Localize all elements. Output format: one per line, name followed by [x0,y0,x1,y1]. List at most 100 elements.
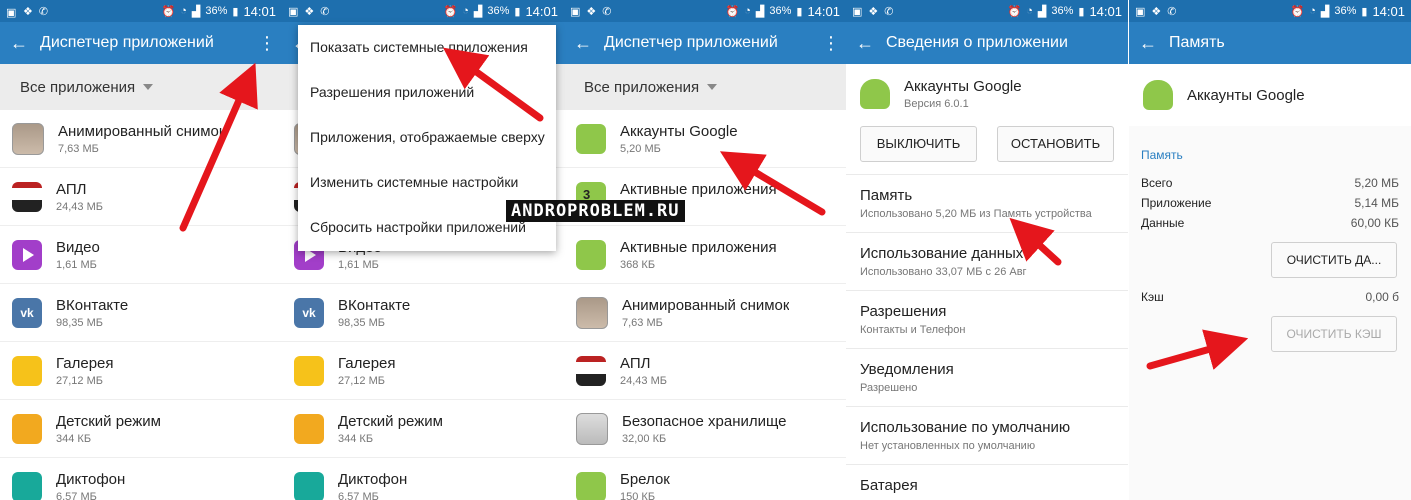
app-bar: ← Сведения о приложении [846,22,1128,64]
app-size: 344 КБ [56,432,92,445]
back-arrow-icon[interactable]: ← [574,33,596,54]
back-arrow-icon[interactable]: ← [10,33,32,54]
page-title: Память [1169,34,1225,51]
notification-icon: ▣ [1135,5,1146,18]
more-options-icon[interactable]: ⋮ [822,33,840,54]
caret-down-icon [143,84,154,90]
list-item[interactable]: vk ВКонтакте 98,35 МБ [282,284,564,342]
app-size: 98,35 МБ [56,316,103,329]
app-name: АПЛ [56,180,87,198]
list-item[interactable]: Безопасное хранилище 32,00 КБ [564,400,846,458]
list-item[interactable]: Диктофон 6,57 МБ [0,458,282,500]
clock: 14:01 [525,3,558,19]
clock: 14:01 [807,3,840,19]
list-item[interactable]: Брелок 150 КБ [564,458,846,500]
battery-icon: ▮ [1078,5,1085,18]
list-item[interactable]: Галерея 27,12 МБ [0,342,282,400]
list-item[interactable]: Детский режим 344 КБ [0,400,282,458]
page-title: Диспетчер приложений [40,34,214,51]
force-stop-button[interactable]: ОСТАНОВИТЬ [997,126,1114,162]
dropbox-icon: ❖ [868,5,879,18]
list-item[interactable]: АПЛ 24,43 МБ [564,342,846,400]
recorder-icon [294,471,324,500]
list-item[interactable]: Видео 1,61 МБ [0,226,282,284]
storage-row-data: Данные 60,00 КБ [1129,216,1411,230]
menu-item-apps-on-top[interactable]: Приложения, отображаемые сверху [298,115,556,160]
section-notifications[interactable]: Уведомления Разрешено [846,348,1128,406]
app-size: 7,63 МБ [58,142,99,155]
battery-icon: ▮ [232,5,239,18]
list-item[interactable]: Диктофон 6,57 МБ [282,458,564,500]
app-name: Анимированный снимок [58,122,226,140]
menu-item-app-permissions[interactable]: Разрешения приложений [298,70,556,115]
list-item[interactable]: Аккаунты Google 5,20 МБ [564,110,846,168]
notification-icon: ▣ [288,5,299,18]
more-options-icon[interactable]: ⋮ [258,33,276,54]
app-name: Видео [56,238,100,256]
app-size: 27,12 МБ [338,374,385,387]
clear-cache-button[interactable]: ОЧИСТИТЬ КЭШ [1271,316,1397,352]
signal-icon: ▟ [473,5,483,18]
app-size: 5,20 МБ [620,142,661,155]
clock: 14:01 [243,3,276,19]
phone-icon: ✆ [884,5,894,18]
panel-storage: ▣ ❖ ✆ ⏰ ◔ ▟ 36% ▮ 14:01 ← Память Аккаунты Googl… [1129,0,1411,500]
row-value: 5,20 МБ [1354,176,1399,190]
list-item[interactable]: Анимированный снимок 7,63 МБ [564,284,846,342]
section-subtitle: Использовано 5,20 МБ из Память устройств… [860,208,1092,220]
list-item[interactable]: Детский режим 344 КБ [282,400,564,458]
back-arrow-icon[interactable]: ← [1139,33,1161,54]
app-size: 32,00 КБ [622,432,667,445]
android-icon [576,123,606,154]
back-arrow-icon[interactable]: ← [856,33,878,54]
status-bar: ▣ ❖ ✆ ⏰ ◔ ▟ 36% ▮ 14:01 [282,0,564,22]
dropbox-icon: ❖ [23,5,33,18]
section-battery[interactable]: Батарея [846,464,1128,500]
app-size: 6,57 МБ [56,490,97,500]
app-header: Аккаунты Google Версия 6.0.1 ВЫКЛЮЧИТЬ О… [846,64,1128,174]
section-permissions[interactable]: Разрешения Контакты и Телефон [846,290,1128,348]
list-item[interactable]: vk ВКонтакте 98,35 МБ [0,284,282,342]
app-name: Аккаунты Google [1187,86,1305,104]
battery-text: 36% [487,5,510,17]
list-item[interactable]: Галерея 27,12 МБ [282,342,564,400]
app-name: Аккаунты Google [904,78,1022,95]
notification-icon: ▣ [6,6,17,19]
app-bar: ← Диспетчер приложений ⋮ [564,22,846,64]
row-value: 0,00 б [1365,290,1399,304]
battery-text: 36% [769,5,792,17]
app-name: Аккаунты Google [620,122,738,140]
clock: 14:01 [1372,3,1405,19]
list-item[interactable]: АПЛ 24,43 МБ [0,168,282,226]
panel-app-info: ▣ ❖ ✆ ⏰ ◔ ▟ 36% ▮ 14:01 ← Сведения о приложении… [846,0,1128,500]
list-item[interactable]: Активные приложения 368 КБ [564,226,846,284]
wifi-icon: ◔ [744,5,751,17]
list-item[interactable]: Анимированный снимок 7,63 МБ [0,110,282,168]
app-name: Галерея [56,354,114,372]
app-size: 24,43 МБ [56,200,103,213]
section-open-by-default[interactable]: Использование по умолчанию Нет установлен… [846,406,1128,464]
android-icon [1143,80,1173,110]
menu-item-modify-system-settings[interactable]: Изменить системные настройки [298,160,556,205]
clear-data-button[interactable]: ОЧИСТИТЬ ДА... [1271,242,1397,278]
filter-dropdown[interactable]: Все приложения [564,64,846,110]
app-size: 27,12 МБ [56,374,103,387]
status-bar: ▣ ❖ ✆ ⏰ ◔ ▟ 36% ▮ 14:01 [0,0,282,22]
battery-text: 36% [205,5,228,17]
disable-button[interactable]: ВЫКЛЮЧИТЬ [860,126,977,162]
section-subtitle: Нет установленных по умолчанию [860,440,1036,452]
menu-item-show-system-apps[interactable]: Показать системные приложения [298,25,556,70]
phone-icon: ✆ [602,5,612,18]
vk-icon: vk [294,297,324,328]
app-name: Диктофон [56,470,126,488]
apl-icon [12,181,42,212]
app-size: 150 КБ [620,490,656,500]
section-storage[interactable]: Память Использовано 5,20 МБ из Память уст… [846,174,1128,232]
caret-down-icon [707,84,718,90]
app-name: ВКонтакте [338,296,411,314]
section-title: Память [860,187,913,204]
section-data-usage[interactable]: Использование данных Использовано 33,07 М… [846,232,1128,290]
app-list: Аккаунты Google 5,20 МБ 3 Активные приложе… [564,110,846,500]
filter-dropdown[interactable]: Все приложения [0,64,282,110]
app-header: Аккаунты Google [1129,64,1411,126]
